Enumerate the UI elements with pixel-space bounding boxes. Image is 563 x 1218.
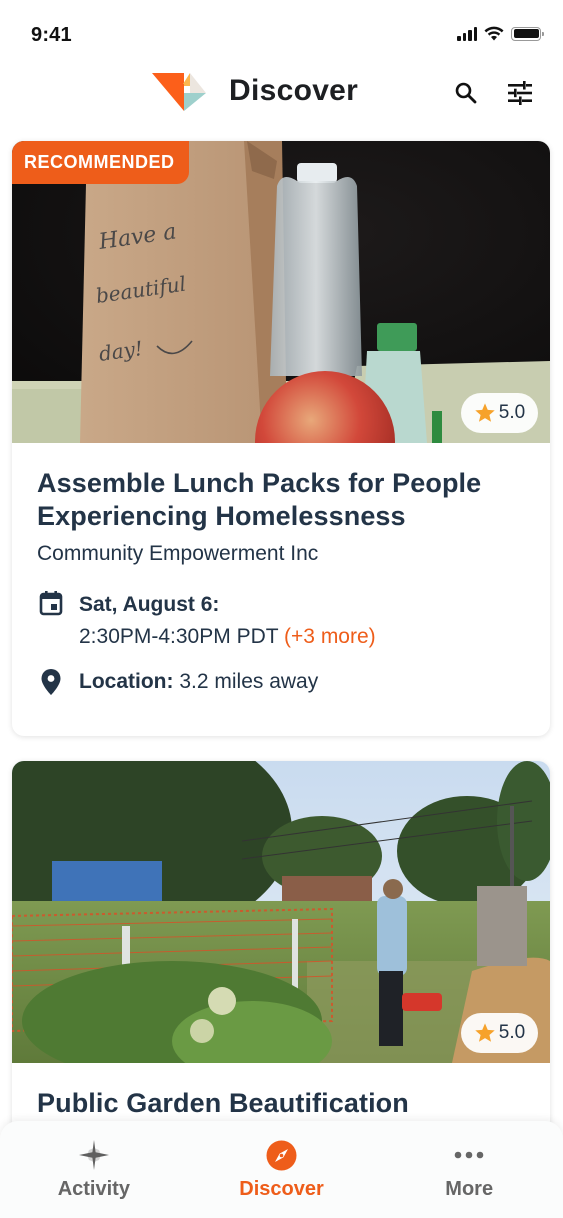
card-body: Assemble Lunch Packs for People Experien… (12, 443, 550, 698)
event-time: 2:30PM-4:30PM PDT (+3 more) (79, 621, 376, 653)
date-row: Sat, August 6: 2:30PM-4:30PM PDT (+3 mor… (37, 589, 526, 653)
location-label: Location: (79, 670, 174, 693)
tab-discover[interactable]: Discover (188, 1121, 376, 1218)
location-row: Location: 3.2 miles away (37, 666, 526, 698)
location-value: 3.2 miles away (179, 670, 319, 693)
rating-badge: 5.0 (461, 393, 538, 433)
wifi-icon (484, 26, 504, 41)
card-body: Public Garden Beautification (12, 1063, 550, 1120)
time-range: 2:30PM-4:30PM PDT (79, 625, 279, 648)
card-image: 5.0 (12, 761, 550, 1063)
compass-icon (266, 1139, 298, 1171)
tune-sliders-icon (508, 81, 532, 105)
rating-value: 5.0 (498, 402, 526, 423)
battery-icon (511, 26, 544, 41)
cellular-signal-icon (457, 26, 477, 41)
rating-badge: 5.0 (461, 1013, 538, 1053)
status-icons (457, 26, 544, 41)
sparkle-icon (78, 1139, 110, 1171)
more-dots-icon (453, 1139, 485, 1171)
page-title: Discover (229, 74, 359, 107)
bottom-tab-bar: Activity Discover More (0, 1121, 563, 1218)
location-pin-icon (37, 668, 65, 696)
recommended-badge: RECOMMENDED (12, 141, 189, 184)
card-image: Have a beautiful day! RECOMMENDED 5.0 (12, 141, 550, 443)
app-header: Discover (0, 62, 563, 128)
search-icon (455, 82, 477, 104)
star-icon (475, 1023, 495, 1042)
tab-more[interactable]: More (375, 1121, 563, 1218)
star-icon (475, 403, 495, 422)
more-dates-link[interactable]: (+3 more) (284, 625, 376, 648)
date-details: Sat, August 6: 2:30PM-4:30PM PDT (+3 mor… (79, 589, 376, 653)
event-date: Sat, August 6: (79, 593, 220, 616)
status-time: 9:41 (31, 24, 72, 46)
calendar-icon (37, 589, 65, 617)
tab-label: Activity (57, 1178, 130, 1200)
filter-button[interactable] (505, 78, 535, 108)
search-button[interactable] (451, 78, 481, 108)
location-details: Location: 3.2 miles away (79, 666, 318, 698)
status-bar: 9:41 (0, 0, 563, 62)
app-logo-icon (152, 73, 206, 111)
card-title[interactable]: Public Garden Beautification (37, 1087, 526, 1120)
tab-label: More (445, 1178, 494, 1200)
tab-label: Discover (239, 1178, 324, 1200)
tab-activity[interactable]: Activity (0, 1121, 188, 1218)
organization-name: Community Empowerment Inc (37, 542, 319, 565)
opportunity-card[interactable]: Have a beautiful day! RECOMMENDED 5.0 As… (12, 141, 550, 736)
rating-value: 5.0 (498, 1022, 526, 1043)
card-title[interactable]: Assemble Lunch Packs for People Experien… (37, 467, 526, 533)
